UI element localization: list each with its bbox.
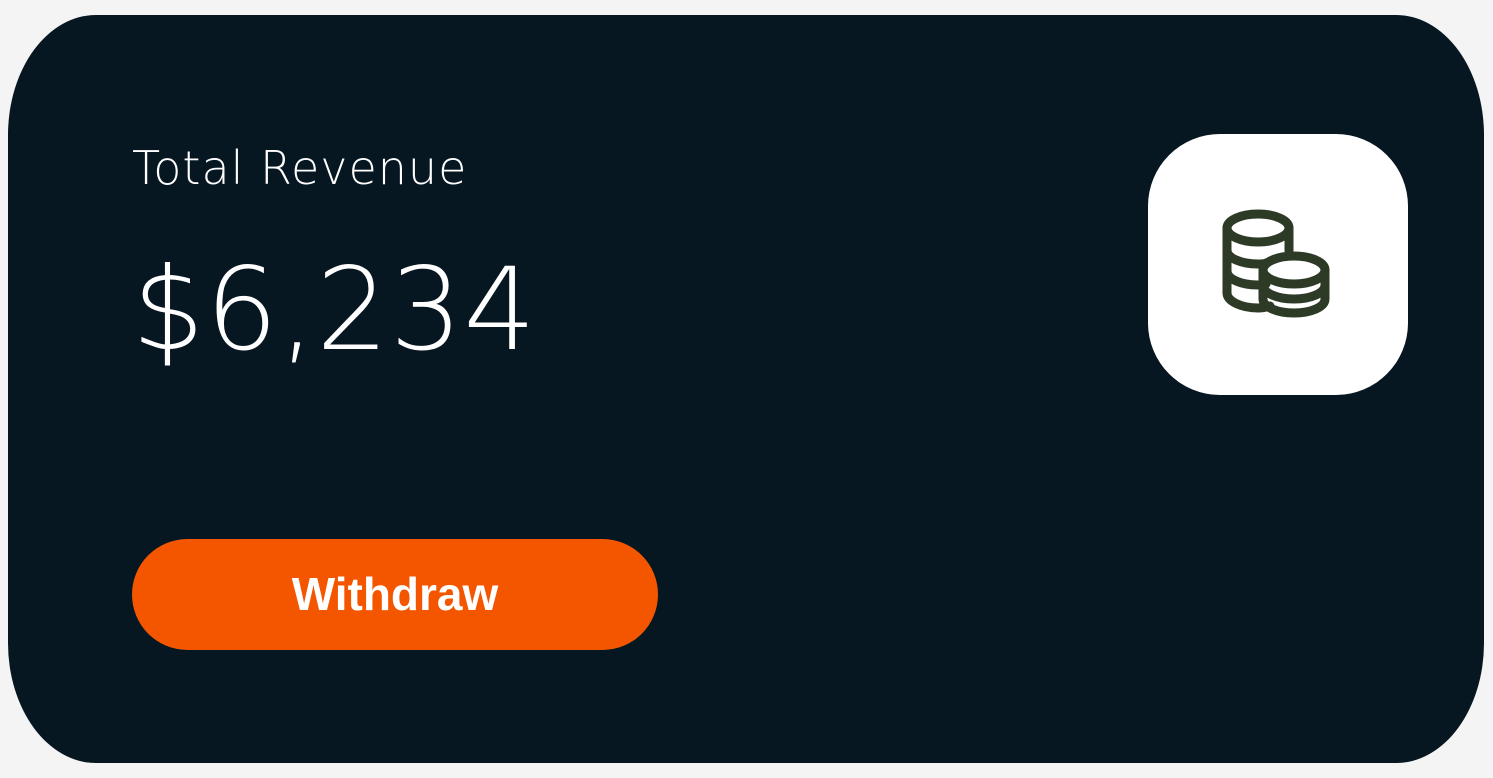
withdraw-button[interactable]: Withdraw — [132, 539, 658, 650]
coins-icon-tile — [1148, 134, 1408, 395]
coins-icon — [1222, 205, 1334, 325]
revenue-card: Total Revenue $6,234 Withdraw — [8, 15, 1484, 763]
revenue-title: Total Revenue — [132, 141, 468, 195]
revenue-amount: $6,234 — [132, 243, 537, 376]
